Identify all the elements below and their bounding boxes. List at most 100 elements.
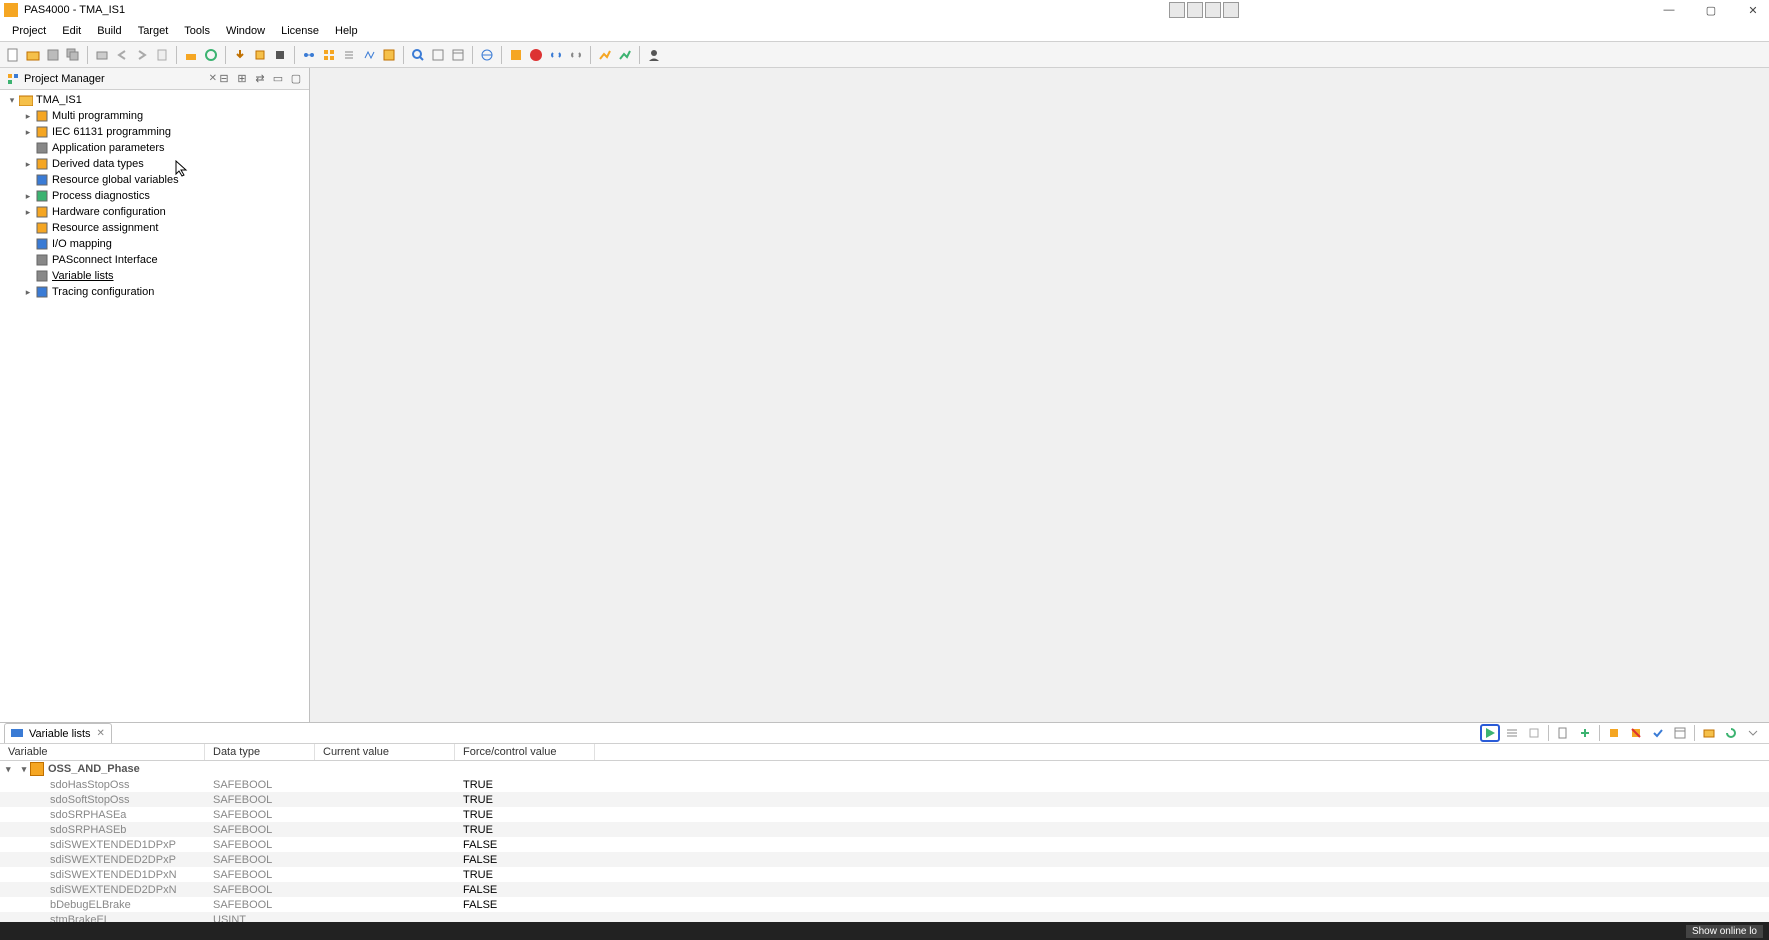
minimize-button[interactable]: — [1657,2,1681,18]
minimize-panel-icon[interactable]: ▭ [271,72,285,86]
col-variable[interactable]: Variable [0,744,205,760]
menu-build[interactable]: Build [89,22,129,40]
tree-item[interactable]: ▸Multi programming [0,108,309,124]
tb-open-icon[interactable] [24,46,42,64]
menu-dropdown-icon[interactable] [1743,724,1763,742]
twisty-icon[interactable]: ▾ [6,95,18,106]
tb-grid-icon[interactable] [320,46,338,64]
cell-force[interactable]: TRUE [455,809,595,821]
table-row[interactable]: sdoHasStopOssSAFEBOOLTRUE [0,777,1769,792]
tree-item[interactable]: Variable lists [0,268,309,284]
cell-force[interactable]: TRUE [455,794,595,806]
tree-root[interactable]: ▾ TMA_IS1 [0,92,309,108]
menu-window[interactable]: Window [218,22,273,40]
tb-upload-icon[interactable] [251,46,269,64]
tb-undo-icon[interactable] [113,46,131,64]
tb-chain-icon[interactable] [547,46,565,64]
table-row[interactable]: sdoSoftStopOssSAFEBOOLTRUE [0,792,1769,807]
tree-item[interactable]: Resource global variables [0,172,309,188]
tb-redo-icon[interactable] [133,46,151,64]
tb-chain2-icon[interactable] [567,46,585,64]
tree-item[interactable]: ▸Derived data types [0,156,309,172]
tree-item[interactable]: I/O mapping [0,236,309,252]
tb-connect-icon[interactable] [300,46,318,64]
col-current[interactable]: Current value [315,744,455,760]
tb-save-icon[interactable] [44,46,62,64]
tree-item[interactable]: ▸Tracing configuration [0,284,309,300]
unforce-icon[interactable] [1626,724,1646,742]
menu-tools[interactable]: Tools [176,22,218,40]
tb-search-icon[interactable] [409,46,427,64]
tree-item[interactable]: ▸Hardware configuration [0,204,309,220]
group-row[interactable]: ▾ ▾ OSS_AND_Phase [0,761,1769,777]
tb-new-icon[interactable] [4,46,22,64]
list-view-icon[interactable] [1502,724,1522,742]
twisty-icon[interactable]: ▸ [22,287,34,298]
col-force[interactable]: Force/control value [455,744,595,760]
cell-force[interactable]: FALSE [455,839,595,851]
expand-all-icon[interactable]: ⊞ [235,72,249,86]
project-tree[interactable]: ▾ TMA_IS1 ▸Multi programming▸IEC 61131 p… [0,90,309,722]
col-datatype[interactable]: Data type [205,744,315,760]
force-icon[interactable] [1604,724,1624,742]
maximize-button[interactable]: ▢ [1699,2,1723,18]
twisty-icon[interactable]: ▸ [22,111,34,122]
tb-globe-icon[interactable] [478,46,496,64]
tree-item[interactable]: PASconnect Interface [0,252,309,268]
cell-force[interactable]: FALSE [455,854,595,866]
panel-close-icon[interactable]: ✕ [209,73,217,84]
tree-item[interactable]: Application parameters [0,140,309,156]
twisty-icon[interactable]: ▾ [6,764,18,775]
table-row[interactable]: stmBrakeELUSINT [0,912,1769,922]
tb-stop-icon[interactable] [271,46,289,64]
cell-force[interactable]: TRUE [455,779,595,791]
tb-save-all-icon[interactable] [64,46,82,64]
menu-help[interactable]: Help [327,22,366,40]
menu-project[interactable]: Project [4,22,54,40]
cell-force[interactable]: TRUE [455,824,595,836]
tb-info-icon[interactable] [527,46,545,64]
tb-build-icon[interactable] [182,46,200,64]
tb-toggle-icon[interactable] [360,46,378,64]
tb-block2-icon[interactable] [507,46,525,64]
status-show-online[interactable]: Show online lo [1686,925,1763,938]
table-row[interactable]: sdiSWEXTENDED2DPxNSAFEBOOLFALSE [0,882,1769,897]
cell-force[interactable]: FALSE [455,899,595,911]
table-icon[interactable] [1670,724,1690,742]
maximize-panel-icon[interactable]: ▢ [289,72,303,86]
tb-user-icon[interactable] [645,46,663,64]
table-row[interactable]: sdiSWEXTENDED1DPxNSAFEBOOLTRUE [0,867,1769,882]
title-tool-3[interactable] [1205,2,1221,18]
title-tool-4[interactable] [1223,2,1239,18]
table-row[interactable]: sdiSWEXTENDED1DPxPSAFEBOOLFALSE [0,837,1769,852]
refresh-icon[interactable] [1721,724,1741,742]
title-tool-1[interactable] [1169,2,1185,18]
twisty-icon[interactable]: ▸ [22,127,34,138]
export-icon[interactable] [1699,724,1719,742]
twisty-icon[interactable]: ▸ [22,191,34,202]
tb-print-icon[interactable] [93,46,111,64]
table-row[interactable]: sdoSRPHASEbSAFEBOOLTRUE [0,822,1769,837]
cell-force[interactable]: TRUE [455,869,595,881]
start-monitor-button[interactable] [1480,724,1500,742]
tb-chart2-icon[interactable] [616,46,634,64]
tree-item[interactable]: ▸IEC 61131 programming [0,124,309,140]
table-row[interactable]: sdiSWEXTENDED2DPxPSAFEBOOLFALSE [0,852,1769,867]
menu-edit[interactable]: Edit [54,22,89,40]
twisty-icon[interactable]: ▸ [22,207,34,218]
cell-force[interactable]: FALSE [455,884,595,896]
tb-list-icon[interactable] [340,46,358,64]
tb-window1-icon[interactable] [429,46,447,64]
close-button[interactable]: ✕ [1741,2,1765,18]
tb-rebuild-icon[interactable] [202,46,220,64]
tb-copysheet-icon[interactable] [153,46,171,64]
clear-icon[interactable] [1524,724,1544,742]
tab-variable-lists[interactable]: Variable lists ✕ [4,723,112,743]
tree-item[interactable]: Resource assignment [0,220,309,236]
tree-item[interactable]: ▸Process diagnostics [0,188,309,204]
tab-close-icon[interactable]: ✕ [97,728,105,739]
menu-license[interactable]: License [273,22,327,40]
twisty-icon[interactable]: ▸ [22,159,34,170]
new-list-icon[interactable] [1553,724,1573,742]
table-row[interactable]: sdoSRPHASEaSAFEBOOLTRUE [0,807,1769,822]
